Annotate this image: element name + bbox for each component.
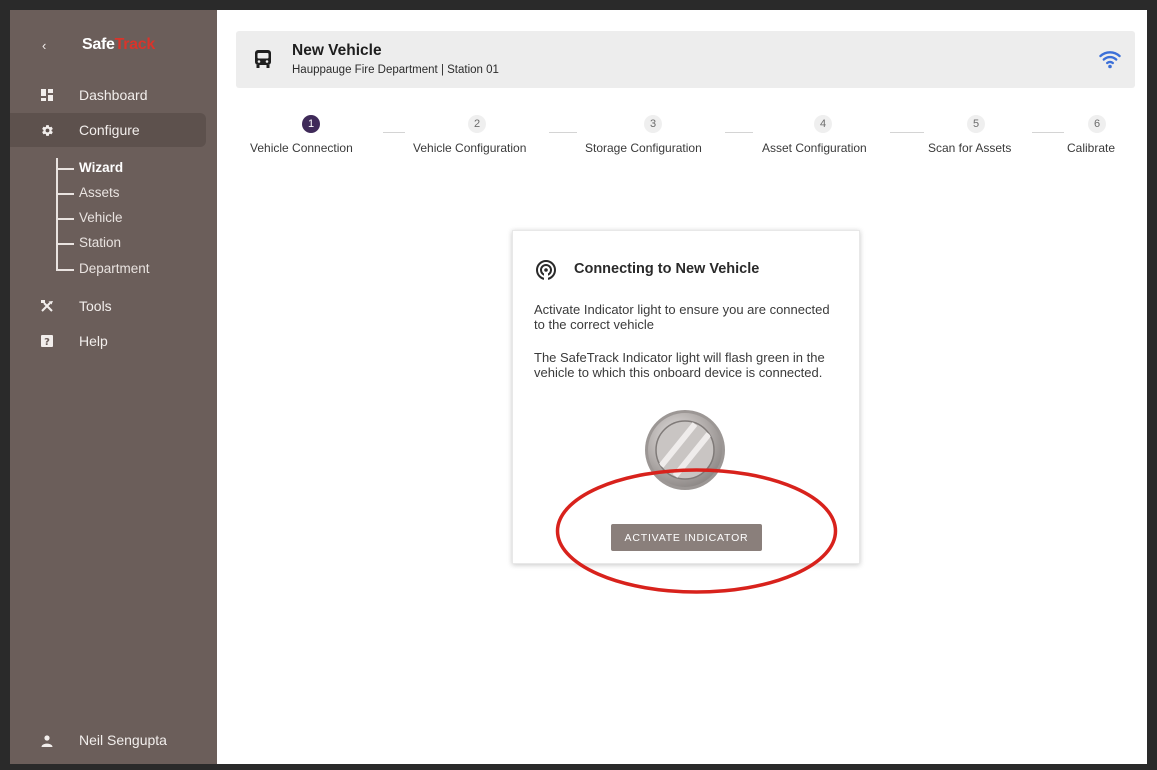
submenu-label: Department — [79, 261, 150, 276]
logo: SafeTrack — [82, 36, 155, 54]
submenu-label: Wizard — [79, 160, 124, 175]
step-connector — [725, 132, 753, 133]
chevron-left-icon[interactable]: ‹ — [42, 38, 46, 53]
sidebar-item-label: Configure — [79, 122, 140, 138]
logo-part-safe: Safe — [82, 36, 115, 53]
user-icon — [40, 734, 54, 748]
step-vehicle-connection[interactable]: 1 Vehicle Connection — [236, 112, 382, 162]
step-label: Asset Configuration — [762, 141, 867, 155]
submenu-item-assets[interactable]: Assets — [54, 183, 204, 203]
activate-indicator-button[interactable]: ACTIVATE INDICATOR — [611, 524, 762, 551]
page-subtitle: Hauppauge Fire Department | Station 01 — [292, 64, 499, 76]
logo-part-track: Track — [114, 36, 156, 53]
sidebar-top: ‹ SafeTrack — [10, 34, 217, 64]
step-number: 2 — [468, 115, 486, 133]
tree-branch — [56, 218, 74, 220]
submenu-item-wizard[interactable]: Wizard — [54, 158, 204, 178]
tree-branch — [56, 193, 74, 195]
card-title: Connecting to New Vehicle — [574, 261, 760, 277]
gear-icon — [40, 123, 54, 137]
tree-branch — [56, 168, 74, 170]
tree-branch — [56, 269, 74, 271]
submenu-label: Assets — [79, 185, 120, 200]
indicator-light-icon — [643, 408, 727, 492]
step-label: Scan for Assets — [928, 141, 1012, 155]
step-storage-configuration[interactable]: 3 Storage Configuration — [578, 112, 724, 162]
submenu-label: Vehicle — [79, 210, 123, 225]
step-vehicle-configuration[interactable]: 2 Vehicle Configuration — [406, 112, 548, 162]
card-description: The SafeTrack Indicator light will flash… — [534, 350, 825, 380]
vehicle-header: New Vehicle Hauppauge Fire Department | … — [236, 31, 1135, 88]
step-connector — [383, 132, 405, 133]
sidebar-item-label: Tools — [79, 298, 112, 314]
broadcast-icon — [535, 259, 557, 281]
wifi-icon[interactable] — [1099, 49, 1121, 69]
step-connector — [890, 132, 924, 133]
tree-branch — [56, 243, 74, 245]
wizard-stepper: 1 Vehicle Connection 2 Vehicle Configura… — [236, 112, 1135, 162]
sidebar-item-tools[interactable]: Tools — [10, 289, 206, 323]
help-icon: ? — [40, 334, 54, 348]
step-label: Storage Configuration — [585, 141, 702, 155]
submenu-label: Station — [79, 235, 122, 250]
card-instruction: Activate Indicator light to ensure you a… — [534, 302, 830, 332]
step-number: 3 — [644, 115, 662, 133]
tools-icon — [40, 299, 54, 313]
sidebar-item-help[interactable]: ? Help — [10, 324, 206, 358]
submenu-item-department[interactable]: Department — [54, 259, 204, 279]
step-number: 6 — [1088, 115, 1106, 133]
sidebar-item-dashboard[interactable]: Dashboard — [10, 78, 206, 112]
step-label: Vehicle Connection — [250, 141, 353, 155]
configure-submenu: Wizard Assets Vehicle Station Department — [54, 158, 214, 276]
dashboard-icon — [40, 88, 54, 102]
sidebar: ‹ SafeTrack Dashboard Configure Wizard A… — [10, 10, 217, 764]
submenu-item-station[interactable]: Station — [54, 233, 204, 253]
step-connector — [549, 132, 577, 133]
sidebar-item-label: Help — [79, 333, 108, 349]
step-asset-configuration[interactable]: 4 Asset Configuration — [754, 112, 889, 162]
step-number: 4 — [814, 115, 832, 133]
sidebar-item-label: Dashboard — [79, 87, 148, 103]
page-title: New Vehicle — [292, 42, 382, 59]
svg-text:?: ? — [44, 337, 50, 347]
connection-card: Connecting to New Vehicle Activate Indic… — [512, 230, 860, 564]
step-scan-for-assets[interactable]: 5 Scan for Assets — [925, 112, 1031, 162]
user-name: Neil Sengupta — [79, 732, 167, 748]
sidebar-user[interactable]: Neil Sengupta — [10, 728, 217, 754]
step-label: Vehicle Configuration — [413, 141, 527, 155]
step-number: 1 — [302, 115, 320, 133]
step-number: 5 — [967, 115, 985, 133]
submenu-item-vehicle[interactable]: Vehicle — [54, 208, 204, 228]
bus-icon — [254, 49, 272, 69]
step-connector — [1032, 132, 1064, 133]
sidebar-item-configure[interactable]: Configure — [10, 113, 206, 147]
step-calibrate[interactable]: 6 Calibrate — [1065, 112, 1127, 162]
step-label: Calibrate — [1067, 141, 1116, 155]
